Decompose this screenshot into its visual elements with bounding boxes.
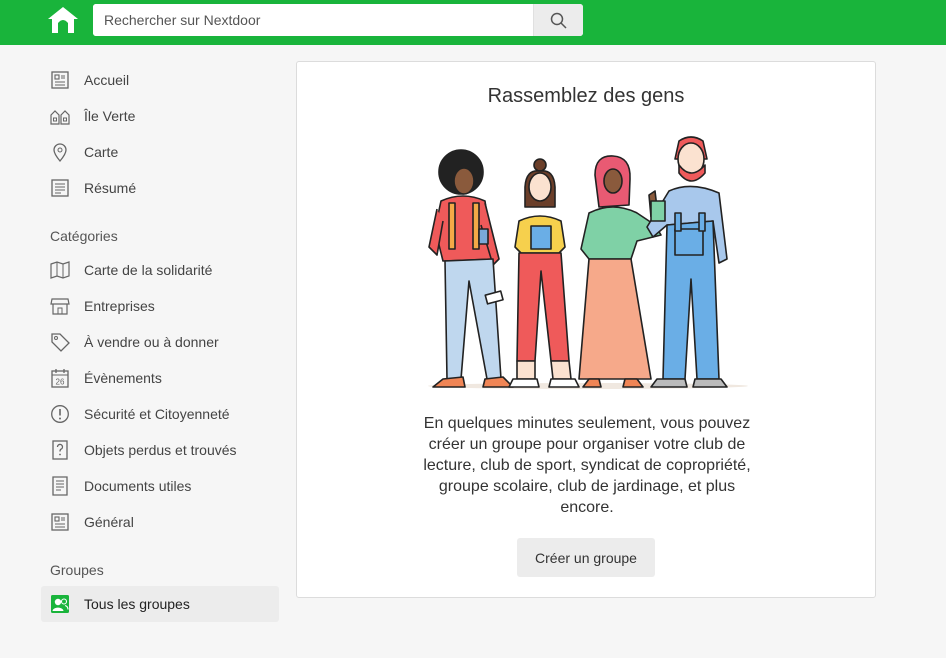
search-button[interactable] [533,4,583,36]
sidebar-item-label: Île Verte [84,108,136,124]
sidebar-item-label: Documents utiles [84,478,192,494]
groups-icon [50,594,70,614]
sidebar-item-label: Évènements [84,370,162,386]
card-title: Rassemblez des gens [487,85,685,107]
neighborhood-icon [50,106,70,126]
search-bar [93,4,583,36]
sidebar-item-label: Carte de la solidarité [84,262,213,278]
folded-map-icon [50,260,70,280]
sidebar-item-label: Accueil [84,72,130,88]
general-icon [50,512,70,532]
sidebar-item-evenements[interactable]: 26 Évènements [41,360,279,396]
calendar-day-text: 26 [56,378,65,387]
alert-icon [50,404,70,424]
search-icon [550,12,567,29]
digest-icon [50,178,70,198]
map-pin-icon [50,142,70,162]
sidebar-item-general[interactable]: Général [41,504,279,540]
sidebar-item-label: Entreprises [84,298,155,314]
sidebar-item-label: Résumé [84,180,137,196]
sidebar-item-label: Tous les groupes [84,596,190,612]
home-logo-icon[interactable] [47,6,79,34]
newsfeed-icon [50,70,70,90]
sidebar-item-entreprises[interactable]: Entreprises [41,288,279,324]
categories-heading: Catégories [50,228,118,244]
sidebar-item-tous-les-groupes[interactable]: Tous les groupes [41,586,279,622]
sidebar-item-label: Général [84,514,134,530]
sidebar-item-accueil[interactable]: Accueil [41,62,279,98]
create-group-card: Rassemblez des gens En quelques minutes … [296,61,876,598]
sidebar-item-documents[interactable]: Documents utiles [41,468,279,504]
sidebar-item-objets-perdus[interactable]: Objets perdus et trouvés [41,432,279,468]
sidebar-item-label: Sécurité et Citoyenneté [84,406,230,422]
sidebar-item-label: Carte [84,144,119,160]
sidebar-item-securite[interactable]: Sécurité et Citoyenneté [41,396,279,432]
top-bar [0,0,946,45]
sidebar-item-ile-verte[interactable]: Île Verte [41,98,279,134]
sidebar-item-carte-solidarite[interactable]: Carte de la solidarité [41,252,279,288]
document-icon [50,476,70,496]
storefront-icon [50,296,70,316]
sidebar-item-label: À vendre ou à donner [84,334,219,350]
question-icon [50,440,70,460]
card-description: En quelques minutes seulement, vous pouv… [423,415,751,516]
groups-heading: Groupes [50,562,104,578]
people-group-illustration [428,136,748,389]
sidebar-item-carte[interactable]: Carte [41,134,279,170]
price-tag-icon [50,332,70,352]
calendar-icon: 26 [50,368,70,388]
sidebar-item-resume[interactable]: Résumé [41,170,279,206]
sidebar-item-label: Objets perdus et trouvés [84,442,237,458]
sidebar-item-a-vendre[interactable]: À vendre ou à donner [41,324,279,360]
sidebar: Accueil Île Verte Carte Résumé Catégorie… [41,62,279,622]
search-input[interactable] [93,4,533,36]
create-group-button[interactable]: Créer un groupe [517,538,655,577]
